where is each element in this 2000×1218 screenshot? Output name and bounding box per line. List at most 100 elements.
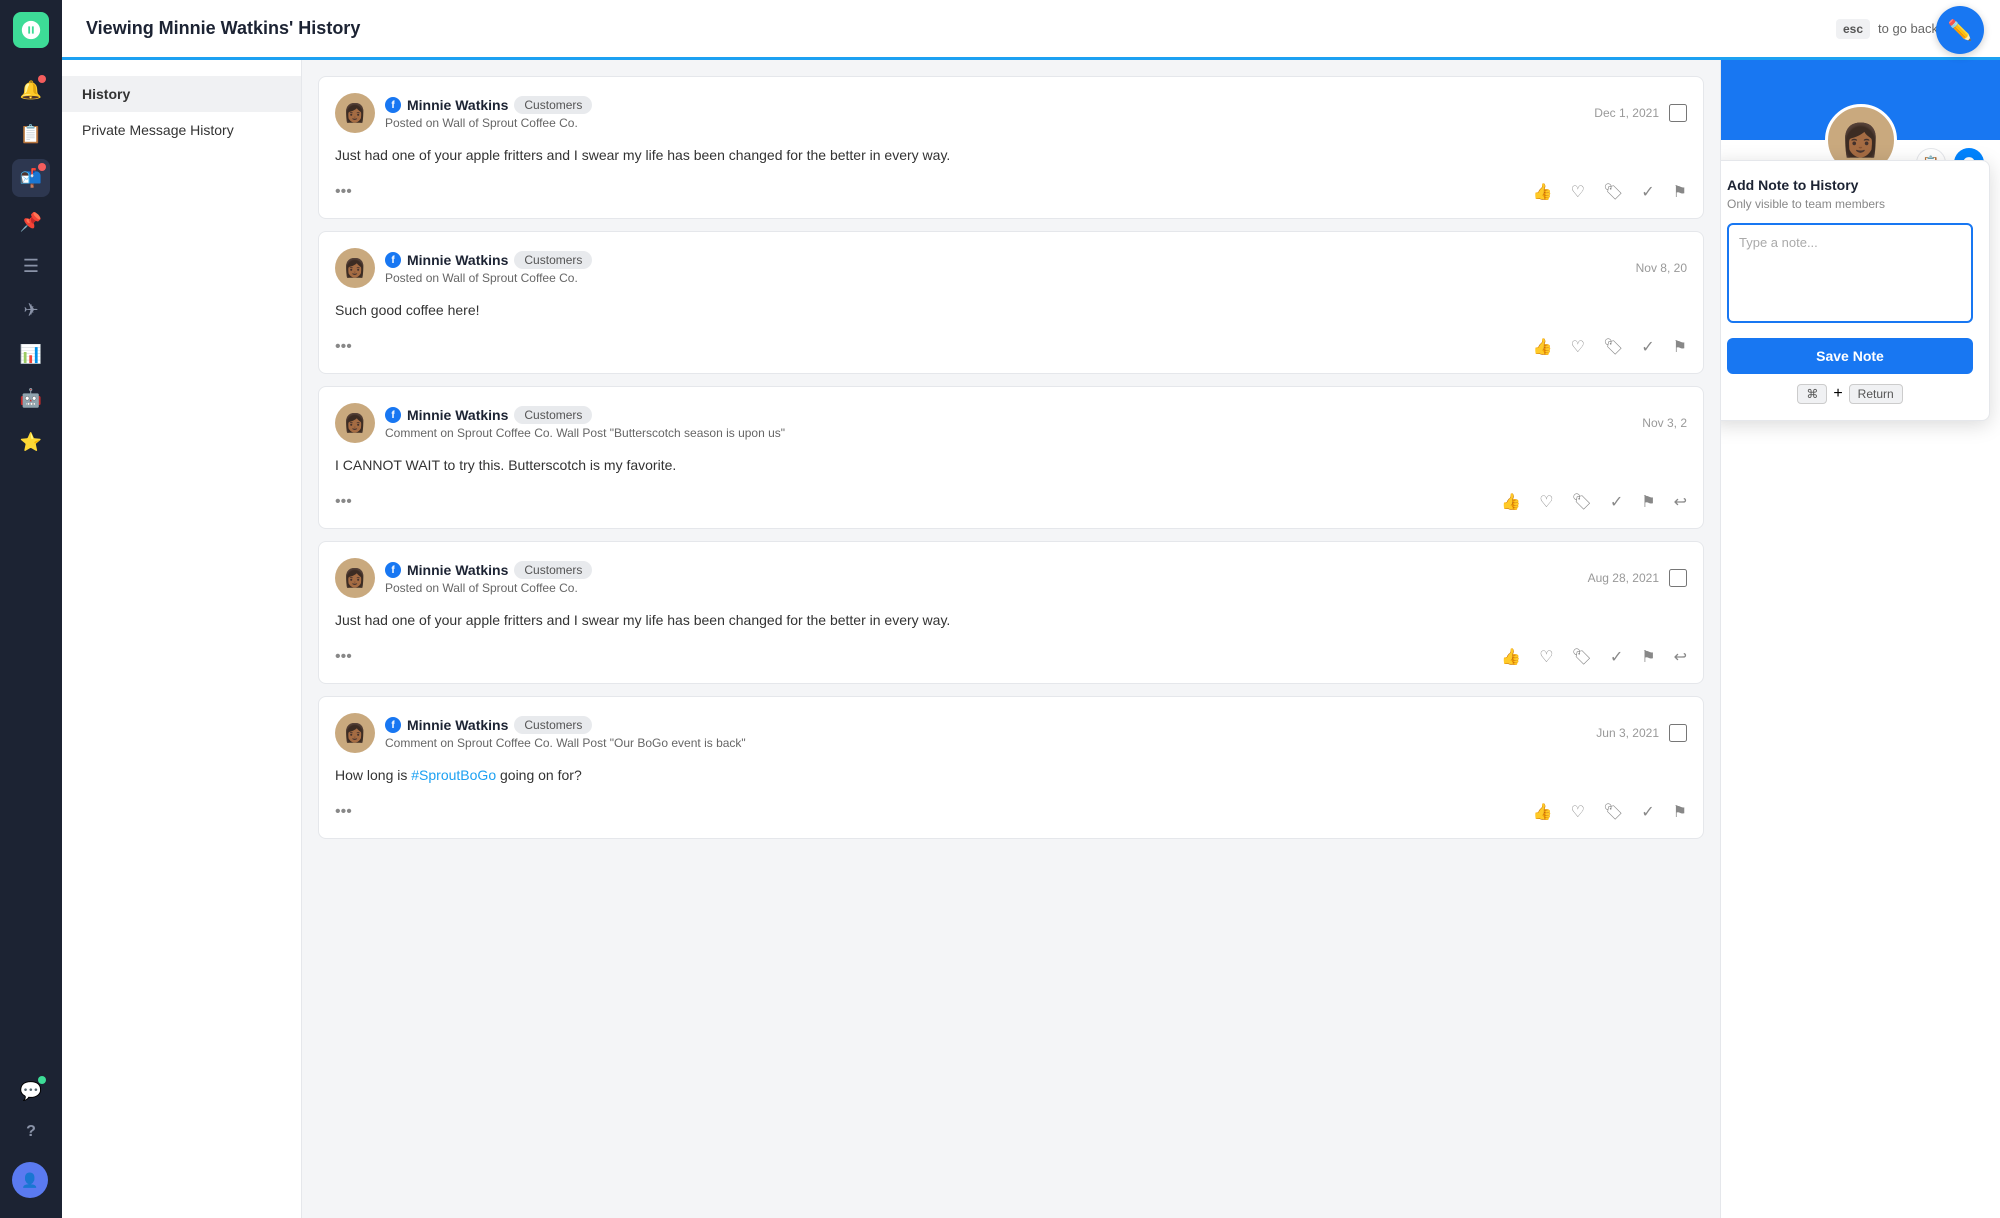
- hashtag-sproutbogo: #SproutBoGo: [411, 767, 496, 783]
- heart-button[interactable]: ♡: [1539, 647, 1553, 667]
- avatar: 👩🏾: [335, 713, 375, 753]
- post-author: Minnie Watkins: [407, 562, 508, 578]
- post-header: 👩🏾 f Minnie Watkins Customers Posted on …: [335, 248, 1687, 288]
- sidebar-item-send[interactable]: ✈: [12, 291, 50, 329]
- post-body: Just had one of your apple fritters and …: [335, 145, 1687, 166]
- check-button[interactable]: ✓: [1641, 802, 1654, 822]
- avatar: 👩🏾: [335, 558, 375, 598]
- sidebar-logo[interactable]: [13, 12, 49, 48]
- customers-badge: Customers: [514, 561, 592, 579]
- reply-button[interactable]: ↩: [1674, 492, 1687, 512]
- sidebar-item-notifications[interactable]: 🔔: [12, 71, 50, 109]
- more-options-button[interactable]: •••: [335, 493, 352, 511]
- post-header: 👩🏾 f Minnie Watkins Customers Comment on…: [335, 713, 1687, 753]
- post-checkbox[interactable]: [1669, 104, 1687, 122]
- post-date: Nov 8, 20: [1636, 261, 1687, 275]
- post-card: 👩🏾 f Minnie Watkins Customers Comment on…: [318, 386, 1704, 529]
- post-actions: ••• 👍 ♡ 🏷 ✓ ⚑: [335, 182, 1687, 202]
- facebook-icon: f: [385, 562, 401, 578]
- post-body: Such good coffee here!: [335, 300, 1687, 321]
- check-button[interactable]: ✓: [1610, 647, 1623, 667]
- facebook-icon: f: [385, 407, 401, 423]
- note-textarea[interactable]: [1727, 223, 1973, 323]
- post-header: 👩🏾 f Minnie Watkins Customers Posted on …: [335, 558, 1687, 598]
- post-meta: f Minnie Watkins Customers Posted on Wal…: [385, 96, 1584, 130]
- more-options-button[interactable]: •••: [335, 183, 352, 201]
- page-title: Viewing Minnie Watkins' History: [86, 18, 1836, 39]
- post-author: Minnie Watkins: [407, 717, 508, 733]
- check-button[interactable]: ✓: [1610, 492, 1623, 512]
- avatar: 👩🏾: [335, 248, 375, 288]
- tag-button[interactable]: 🏷: [1603, 337, 1623, 357]
- post-checkbox[interactable]: [1669, 724, 1687, 742]
- facebook-icon: f: [385, 717, 401, 733]
- like-button[interactable]: 👍: [1501, 492, 1521, 512]
- reply-button[interactable]: ↩: [1674, 647, 1687, 667]
- sidebar: 🔔 📋 📬 📌 ☰ ✈ 📊 🤖 ⭐ 💬 ? 👤: [0, 0, 62, 1218]
- post-source: Comment on Sprout Coffee Co. Wall Post "…: [385, 736, 1586, 750]
- tag-button[interactable]: 🏷: [1603, 802, 1623, 822]
- flag-button[interactable]: ⚑: [1673, 337, 1687, 357]
- post-body: I CANNOT WAIT to try this. Butterscotch …: [335, 455, 1687, 476]
- more-options-button[interactable]: •••: [335, 648, 352, 666]
- post-body: Just had one of your apple fritters and …: [335, 610, 1687, 631]
- heart-button[interactable]: ♡: [1571, 802, 1585, 822]
- sidebar-item-compose[interactable]: ☰: [12, 247, 50, 285]
- post-author: Minnie Watkins: [407, 97, 508, 113]
- popup-subtitle: Only visible to team members: [1727, 197, 1973, 211]
- flag-button[interactable]: ⚑: [1673, 802, 1687, 822]
- sidebar-item-help[interactable]: ?: [12, 1113, 50, 1151]
- post-source: Posted on Wall of Sprout Coffee Co.: [385, 581, 1578, 595]
- sidebar-item-speech[interactable]: 💬: [12, 1072, 50, 1110]
- flag-button[interactable]: ⚑: [1673, 182, 1687, 202]
- check-button[interactable]: ✓: [1641, 182, 1654, 202]
- compose-button[interactable]: ✏️: [1936, 6, 1984, 54]
- left-nav: History Private Message History: [62, 60, 302, 1218]
- post-actions: ••• 👍 ♡ 🏷 ✓ ⚑: [335, 337, 1687, 357]
- flag-button[interactable]: ⚑: [1641, 492, 1655, 512]
- sidebar-item-inbox[interactable]: 📬: [12, 159, 50, 197]
- post-date: Nov 3, 2: [1642, 416, 1687, 430]
- post-header: 👩🏾 f Minnie Watkins Customers Posted on …: [335, 93, 1687, 133]
- avatar: 👩🏾: [335, 403, 375, 443]
- post-date: Aug 28, 2021: [1588, 571, 1659, 585]
- post-actions: ••• 👍 ♡ 🏷 ✓ ⚑: [335, 802, 1687, 822]
- sidebar-item-pin[interactable]: 📌: [12, 203, 50, 241]
- popup-title: Add Note to History: [1727, 177, 1973, 193]
- post-checkbox[interactable]: [1669, 569, 1687, 587]
- more-options-button[interactable]: •••: [335, 803, 352, 821]
- post-meta: f Minnie Watkins Customers Comment on Sp…: [385, 716, 1586, 750]
- save-note-button[interactable]: Save Note: [1727, 338, 1973, 374]
- post-card: 👩🏾 f Minnie Watkins Customers Comment on…: [318, 696, 1704, 839]
- nav-item-history[interactable]: History: [62, 76, 301, 112]
- nav-item-private-message-history[interactable]: Private Message History: [62, 112, 301, 148]
- tag-button[interactable]: 🏷: [1572, 492, 1592, 512]
- user-avatar[interactable]: 👤: [12, 1162, 48, 1198]
- post-meta: f Minnie Watkins Customers Posted on Wal…: [385, 251, 1626, 285]
- facebook-icon: f: [385, 97, 401, 113]
- content-area: History Private Message History 👩🏾 f Min…: [62, 60, 2000, 1218]
- tag-button[interactable]: 🏷: [1572, 647, 1592, 667]
- right-panel: 👩🏾 📋 Following Edit ⌄ Add: [1720, 60, 2000, 1218]
- like-button[interactable]: 👍: [1501, 647, 1521, 667]
- cmd-key: ⌘: [1797, 384, 1827, 404]
- tag-button[interactable]: 🏷: [1603, 182, 1623, 202]
- sidebar-item-tasks[interactable]: 📋: [12, 115, 50, 153]
- sidebar-item-bot[interactable]: 🤖: [12, 379, 50, 417]
- sidebar-item-analytics[interactable]: 📊: [12, 335, 50, 373]
- like-button[interactable]: 👍: [1533, 802, 1553, 822]
- like-button[interactable]: 👍: [1533, 182, 1553, 202]
- flag-button[interactable]: ⚑: [1641, 647, 1655, 667]
- post-source: Posted on Wall of Sprout Coffee Co.: [385, 271, 1626, 285]
- post-card: 👩🏾 f Minnie Watkins Customers Posted on …: [318, 541, 1704, 684]
- like-button[interactable]: 👍: [1533, 337, 1553, 357]
- heart-button[interactable]: ♡: [1571, 182, 1585, 202]
- heart-button[interactable]: ♡: [1571, 337, 1585, 357]
- check-button[interactable]: ✓: [1641, 337, 1654, 357]
- post-author: Minnie Watkins: [407, 407, 508, 423]
- heart-button[interactable]: ♡: [1539, 492, 1553, 512]
- facebook-icon: f: [385, 252, 401, 268]
- more-options-button[interactable]: •••: [335, 338, 352, 356]
- esc-badge[interactable]: esc: [1836, 19, 1870, 39]
- sidebar-item-star[interactable]: ⭐: [12, 423, 50, 461]
